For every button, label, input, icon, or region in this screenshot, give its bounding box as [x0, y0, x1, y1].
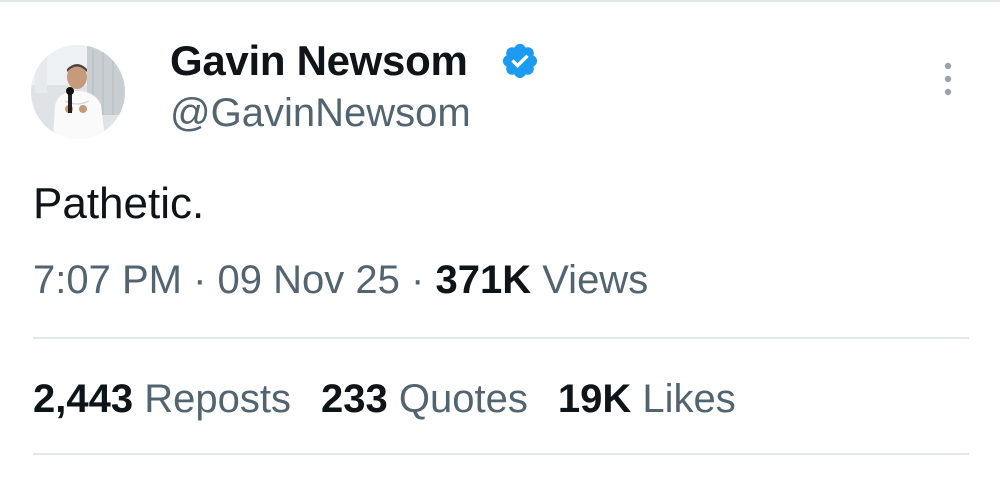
views-label: Views: [542, 258, 649, 302]
tweet-date[interactable]: 09 Nov 25: [218, 258, 400, 302]
reposts-stat[interactable]: 2,443 Reposts: [33, 376, 291, 422]
tweet-metadata: 7:07 PM · 09 Nov 25 · 371K Views: [33, 257, 648, 303]
top-divider: [0, 0, 1000, 2]
author-display-name[interactable]: Gavin Newsom: [170, 37, 468, 85]
separator-dot: ·: [193, 258, 207, 302]
tweet-text: Pathetic.: [33, 179, 205, 228]
quotes-stat[interactable]: 233 Quotes: [321, 376, 528, 422]
avatar-photo: [31, 45, 125, 139]
likes-label: Likes: [642, 377, 736, 421]
engagement-stats: 2,443 Reposts 233 Quotes 19K Likes: [33, 376, 766, 422]
separator-dot: ·: [411, 258, 425, 302]
avatar[interactable]: [31, 45, 125, 139]
verified-badge-icon: [500, 41, 540, 81]
likes-stat[interactable]: 19K Likes: [558, 376, 736, 422]
quotes-count: 233: [320, 377, 388, 421]
more-options-icon[interactable]: [936, 60, 960, 100]
reposts-label: Reposts: [144, 377, 291, 421]
likes-count: 19K: [557, 377, 632, 421]
divider: [33, 453, 969, 455]
tweet-time[interactable]: 7:07 PM: [33, 258, 182, 302]
views-count: 371K: [435, 258, 532, 302]
quotes-label: Quotes: [398, 377, 528, 421]
reposts-count: 2,443: [33, 377, 134, 421]
divider: [33, 337, 969, 339]
author-handle[interactable]: @GavinNewsom: [170, 90, 471, 136]
